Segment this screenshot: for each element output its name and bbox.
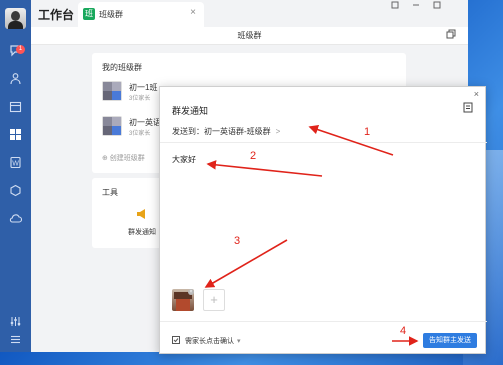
dialog-close-icon[interactable]: × — [474, 89, 479, 99]
open-window-icon[interactable] — [446, 29, 456, 42]
document-icon[interactable]: W — [8, 155, 23, 170]
annotation-number-4: 4 — [400, 325, 407, 337]
my-groups-heading: 我的班级群 — [102, 63, 142, 72]
tab-class-group[interactable]: 班 班级群 × — [78, 2, 204, 27]
group-name: 初一1班 — [129, 83, 158, 92]
group-item[interactable]: 初一英语 3位家长 — [102, 116, 162, 142]
cube-icon[interactable] — [8, 183, 23, 198]
tools-heading: 工具 — [102, 188, 118, 197]
group-name: 初一英语 — [129, 118, 161, 127]
notify-owner-send-button[interactable]: 告知群主发送 — [423, 333, 477, 348]
cloud-icon[interactable] — [8, 211, 23, 226]
tab-label: 班级群 — [99, 10, 123, 19]
page-header: 班级群 — [31, 27, 468, 45]
mass-notice-dialog: × 群发通知 发送到：初一英语群-班级群 > 大家好 × + 需家长点击确认 ▾ 告… — [159, 86, 487, 354]
annotation-number-3: 3 — [234, 235, 241, 247]
send-to-label: 发送到：初一英语群-班级群 — [172, 127, 271, 136]
pin-icon[interactable] — [391, 1, 399, 11]
contacts-icon[interactable] — [8, 71, 23, 86]
add-image-button[interactable]: + — [203, 289, 225, 311]
app-title: 工作台 — [38, 8, 75, 22]
group-avatar — [102, 81, 122, 101]
attached-image-thumbnail[interactable]: × — [172, 289, 194, 311]
page-title: 班级群 — [237, 31, 262, 40]
mass-notice-tool[interactable]: 群发通知 — [122, 208, 162, 237]
top-bar: 工作台 班 班级群 × — [31, 0, 468, 27]
history-icon[interactable] — [463, 102, 473, 116]
remove-image-icon[interactable]: × — [188, 289, 194, 295]
mass-notice-label: 群发通知 — [128, 229, 156, 236]
class-group-icon: 班 — [83, 8, 95, 20]
divider — [160, 321, 487, 322]
dialog-title: 群发通知 — [172, 106, 209, 116]
svg-text:W: W — [12, 161, 19, 168]
annotation-number-1: 1 — [364, 126, 371, 138]
menu-icon[interactable] — [8, 332, 23, 347]
tab-close-icon[interactable]: × — [190, 7, 196, 18]
group-avatar — [102, 116, 122, 136]
minimize-icon[interactable] — [412, 1, 420, 11]
need-confirm-dropdown[interactable]: 需家长点击确认 ▾ — [172, 336, 240, 346]
message-input[interactable]: 大家好 — [172, 154, 196, 165]
unread-badge: 1 — [16, 45, 25, 54]
group-item[interactable]: 初一1班 3位家长 — [102, 81, 162, 107]
group-member-count: 3位家长 — [129, 96, 151, 102]
confirm-icon — [172, 336, 185, 345]
divider — [160, 142, 487, 143]
need-confirm-label: 需家长点击确认 — [184, 338, 234, 345]
maximize-icon[interactable] — [433, 1, 441, 11]
workbench-icon[interactable] — [8, 127, 23, 142]
chevron-right-icon: > — [275, 127, 281, 136]
avatar[interactable] — [5, 8, 26, 29]
megaphone-icon — [122, 208, 162, 223]
settings-sliders-icon[interactable] — [8, 314, 23, 329]
group-member-count: 3位家长 — [129, 131, 151, 137]
annotation-number-2: 2 — [250, 150, 257, 162]
calendar-icon[interactable] — [8, 99, 23, 114]
send-to-selector[interactable]: 发送到：初一英语群-班级群 > — [172, 126, 280, 137]
create-group-link[interactable]: ⊕ 创建班级群 — [102, 153, 145, 163]
chevron-down-icon: ▾ — [236, 338, 241, 345]
sidebar: 1 W — [0, 0, 31, 352]
